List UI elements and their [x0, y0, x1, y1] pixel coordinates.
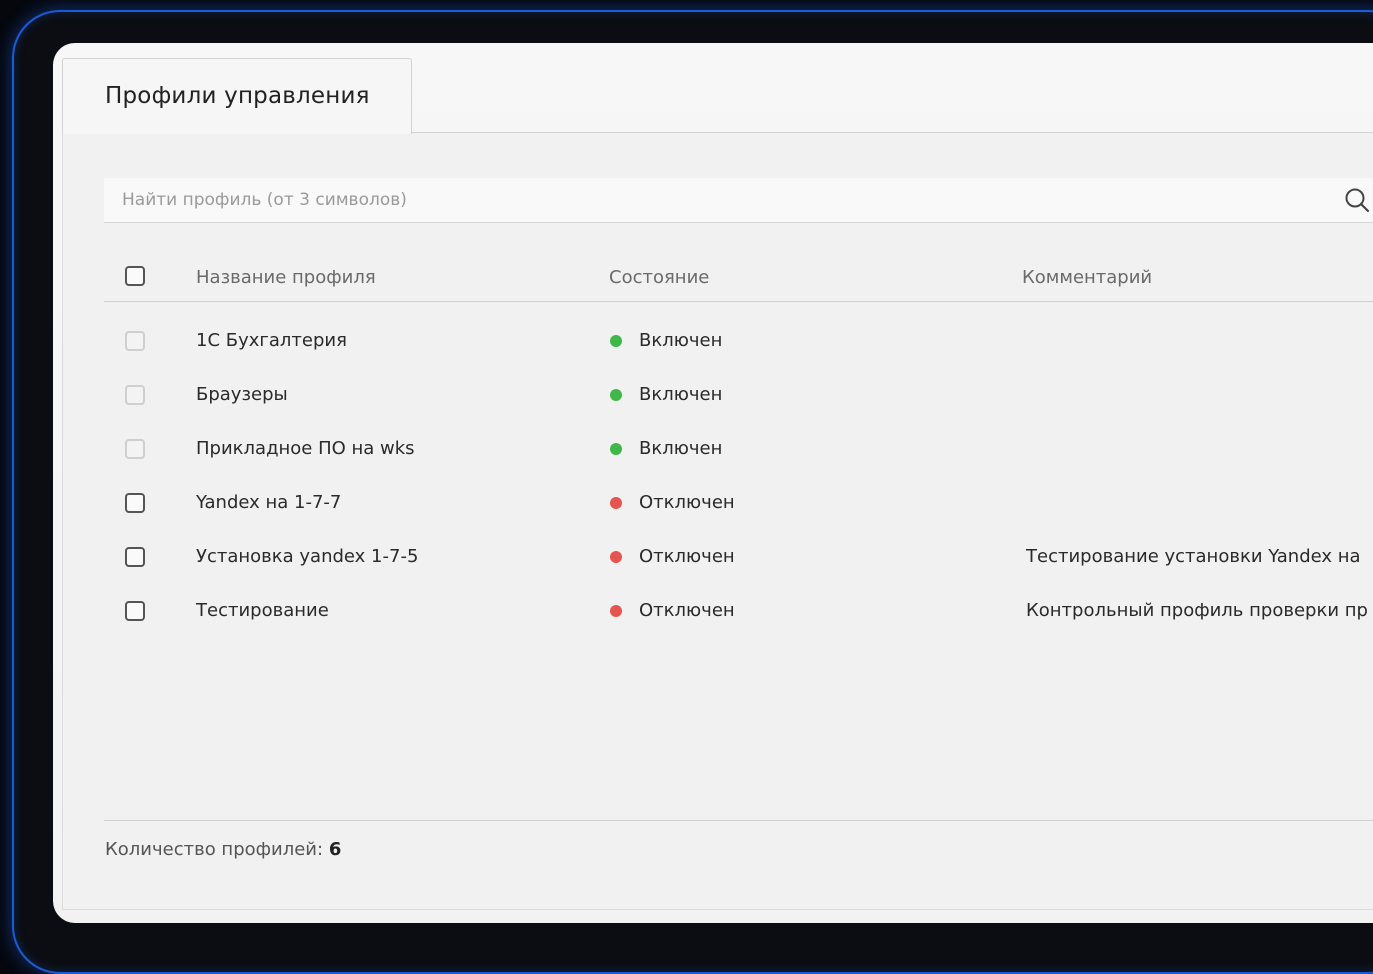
table-row[interactable]: Браузеры Включен [104, 368, 1373, 422]
profile-comment: Тестирование установки Yandex на [1026, 546, 1361, 567]
profile-state: Включен [639, 330, 723, 351]
footer-divider [104, 820, 1373, 821]
row-checkbox[interactable] [125, 493, 145, 513]
profile-name[interactable]: Браузеры [196, 384, 288, 405]
profiles-count-value: 6 [328, 839, 342, 860]
profiles-count-label: Количество профилей: [105, 839, 324, 860]
table-row[interactable]: 1С Бухгалтерия Включен [104, 314, 1373, 368]
status-enabled-icon [610, 443, 622, 455]
search-icon[interactable] [1344, 187, 1370, 213]
row-checkbox[interactable] [125, 601, 145, 621]
table-row[interactable]: Прикладное ПО на wks Включен [104, 422, 1373, 476]
profile-state: Отключен [639, 600, 735, 621]
row-checkbox[interactable] [125, 547, 145, 567]
table-row[interactable]: Тестирование Отключен Контрольный профиль … [104, 584, 1373, 638]
status-enabled-icon [610, 335, 622, 347]
status-disabled-icon [610, 497, 622, 509]
row-checkbox [125, 331, 145, 351]
status-disabled-icon [610, 605, 622, 617]
column-header-name[interactable]: Название профиля [196, 267, 376, 288]
profile-name[interactable]: Прикладное ПО на wks [196, 438, 415, 459]
profile-name[interactable]: 1С Бухгалтерия [196, 330, 347, 351]
profile-state: Включен [639, 438, 723, 459]
app-screen: Профили управления Название профиля Сост… [53, 43, 1373, 923]
profile-state: Отключен [639, 546, 735, 567]
table-body: 1С Бухгалтерия Включен Браузеры Включен Прик… [104, 302, 1373, 638]
profile-state: Включен [639, 384, 723, 405]
profiles-count: Количество профилей: 6 [105, 839, 341, 860]
tab-management-profiles[interactable]: Профили управления [62, 58, 412, 134]
column-header-comment[interactable]: Комментарий [1022, 267, 1152, 288]
profile-comment: Контрольный профиль проверки пр [1026, 600, 1368, 621]
search-input[interactable] [104, 178, 1352, 222]
row-checkbox [125, 385, 145, 405]
table-row[interactable]: Установка yandex 1-7-5 Отключен Тестирован… [104, 530, 1373, 584]
table-row[interactable]: Yandex на 1-7-7 Отключен [104, 476, 1373, 530]
status-enabled-icon [610, 389, 622, 401]
profile-name[interactable]: Тестирование [196, 600, 329, 621]
profile-name[interactable]: Установка yandex 1-7-5 [196, 546, 418, 567]
column-header-state[interactable]: Состояние [609, 267, 709, 288]
profile-name[interactable]: Yandex на 1-7-7 [196, 492, 341, 513]
row-checkbox [125, 439, 145, 459]
table-header: Название профиля Состояние Комментарий [104, 255, 1373, 302]
tab-label: Профили управления [105, 83, 370, 109]
profiles-table: Название профиля Состояние Комментарий 1… [104, 255, 1373, 638]
profile-state: Отключен [639, 492, 735, 513]
status-disabled-icon [610, 551, 622, 563]
search-bar [104, 178, 1373, 223]
select-all-checkbox[interactable] [125, 266, 145, 286]
